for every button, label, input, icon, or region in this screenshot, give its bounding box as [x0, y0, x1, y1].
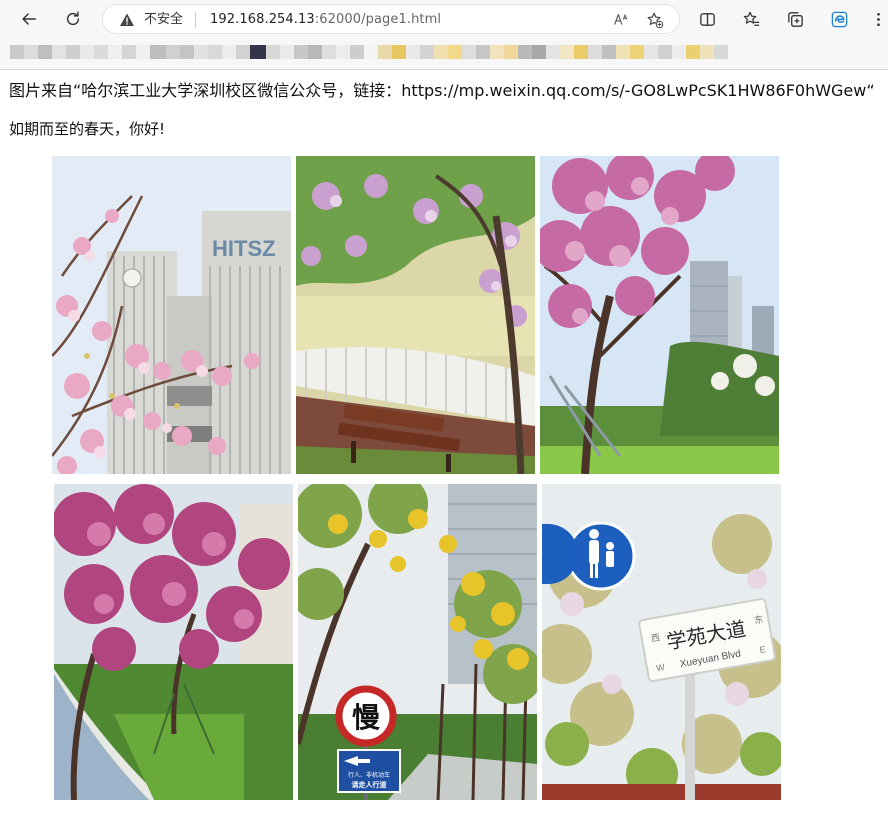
address-separator	[195, 12, 196, 28]
favorites-list-icon	[743, 11, 759, 26]
favorites-bar-blurred-items	[10, 45, 728, 59]
warning-triangle-icon[interactable]	[119, 12, 135, 28]
edge-icon	[831, 11, 847, 27]
read-aloud-icon	[614, 13, 628, 25]
add-favorite-button[interactable]	[645, 10, 665, 30]
refresh-icon	[66, 11, 80, 26]
photo-hitsz-building-blossoms: HITSZ	[52, 156, 291, 474]
star-plus-icon	[647, 12, 664, 29]
ped-sign-line2: 请走人行道	[352, 780, 387, 789]
address-bar[interactable]: 不安全 192.168.254.13:62000/page1.html	[102, 4, 680, 34]
url-path: :62000/page1.html	[314, 12, 442, 27]
photo-street-sign: 学苑大道 Xueyuan Blvd 西 W 东 E	[542, 484, 781, 800]
back-button[interactable]	[15, 5, 43, 33]
browser-toolbar: 不安全 192.168.254.13:62000/page1.html	[0, 0, 888, 38]
ped-sign-line1: 行人、非机动车	[348, 771, 390, 779]
split-screen-button[interactable]	[695, 7, 719, 31]
street-sign-xi: 西	[650, 632, 661, 644]
collections-button[interactable]	[783, 7, 807, 31]
favorites-button[interactable]	[739, 7, 763, 31]
photo-pink-tree-towers	[540, 156, 779, 474]
url-text[interactable]: 192.168.254.13:62000/page1.html	[210, 11, 441, 28]
refresh-button[interactable]	[59, 5, 87, 33]
collections-icon	[787, 11, 803, 27]
security-label[interactable]: 不安全	[144, 11, 183, 28]
more-button[interactable]	[866, 7, 888, 31]
photo1-sign-text: HITSZ	[212, 236, 276, 261]
more-dots-icon	[876, 12, 880, 26]
greeting-text: 如期而至的春天，你好!	[9, 120, 166, 138]
url-host: 192.168.254.13	[210, 12, 315, 27]
edge-button[interactable]	[827, 7, 851, 31]
photo-lake-bench	[296, 156, 535, 474]
photo-yellow-trees-signs: 慢 行人、非机动车 请走人行道	[298, 484, 537, 800]
arrow-left-icon	[22, 13, 37, 25]
slow-sign-text: 慢	[352, 701, 381, 734]
source-note: 图片来自“哈尔滨工业大学深圳校区微信公众号，链接：https://mp.weix…	[9, 81, 875, 100]
split-screen-icon	[699, 12, 715, 26]
photo-magenta-path	[54, 484, 293, 800]
read-aloud-button[interactable]	[611, 10, 631, 30]
